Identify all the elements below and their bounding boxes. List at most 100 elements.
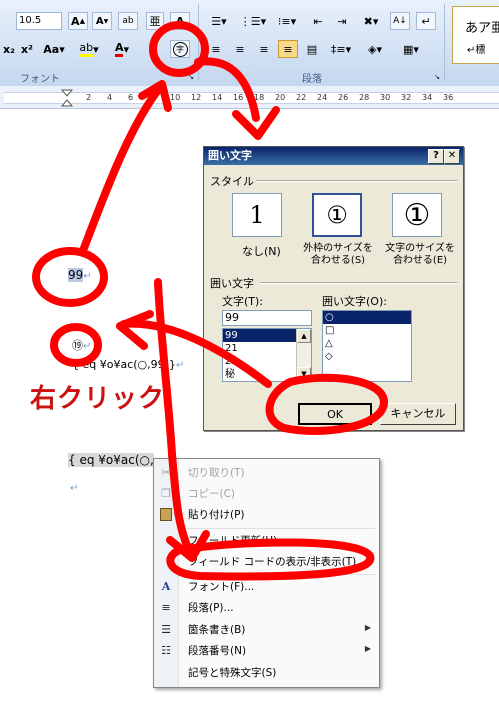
style-option-none[interactable]: 1 [232,193,282,237]
ruler-number: 20 [275,93,286,102]
menu-item-cut[interactable]: ✂ 切り取り(T) [154,462,379,483]
horizontal-ruler[interactable]: 2 4 6 8 10 12 14 16 18 20 22 24 26 28 30 32 34 36 [0,86,499,109]
bullets-icon[interactable]: ☰▾ [204,12,234,30]
numbering-icon[interactable]: ⋮☰▾ [238,12,268,30]
ruler-number: 36 [443,93,454,102]
sort-icon[interactable]: A↓ [390,12,410,30]
menu-item-font[interactable]: A フォント(F)... [154,576,379,597]
menu-item-update-field[interactable]: フィールド更新(U) [154,530,379,551]
annotation-arrowhead [116,310,154,350]
font-color-icon[interactable]: A ▾ [108,40,136,58]
menu-separator [184,528,375,529]
enclose-section-label: 囲い文字 [210,277,254,290]
field-code-line-selected[interactable]: { eq ¥o¥ac(○, [68,453,154,467]
annotation-arrow [80,86,162,252]
enclose-list[interactable]: ○ □ △ ◇ [322,310,412,382]
style-option-shrink-label[interactable]: 外枠のサイズを 合わせる(S) [300,243,376,267]
increase-indent-icon[interactable]: ⇥ [332,12,352,30]
asian-layout-icon[interactable]: ✖▾ [358,12,384,30]
ok-button[interactable]: OK [298,403,372,425]
menu-item-bullets[interactable]: ☰ 箇条書き(B) ▶ [154,619,379,640]
paragraph-group-label: 段落 [302,74,322,85]
bullets-icon: ☰ [161,623,171,636]
close-button[interactable]: ✕ [444,149,460,164]
highlight-icon[interactable]: ab ▾ [74,40,104,58]
annotation-right-click: 右クリック [30,384,166,414]
style-gallery[interactable]: あア亜 ↵標 [452,6,499,64]
grow-font-icon[interactable]: A ▲ [68,12,88,30]
justify-icon[interactable]: ≡ [278,40,298,58]
submenu-arrow-icon: ▶ [364,644,371,653]
ruler-number: 14 [212,93,223,102]
menu-item-paragraph[interactable]: ≡ 段落(P)... [154,597,379,618]
menu-item-symbols[interactable]: 記号と特殊文字(S) [154,662,379,683]
dialog-title: 囲い文字 [204,147,463,165]
decrease-indent-icon[interactable]: ⇤ [308,12,328,30]
menu-item-paste[interactable]: 貼り付け(P) [154,504,379,525]
field-code-text[interactable]: { eq ¥o¥ac(○, [68,453,154,467]
clear-format-icon[interactable]: ab [118,12,138,30]
divider [256,180,457,182]
selected-text[interactable]: 99 [68,268,84,282]
align-center-icon[interactable]: ≡ [230,40,250,58]
paragraph-mark: ↵ [175,360,185,371]
menu-item-numbering[interactable]: ☷ 段落番号(N) ▶ [154,640,379,661]
paragraph-mark: ↵ [83,271,92,282]
menu-separator [184,574,375,575]
field-code-text[interactable]: { eq ¥o¥ac(○,99)} [72,358,176,371]
change-case-icon[interactable]: Aa▾ [40,40,68,58]
update-field-icon [158,533,174,549]
style-gallery-label: ↵標 [467,45,486,56]
cancel-button[interactable]: キャンセル [380,403,456,425]
enclose-characters-icon[interactable]: 字 [170,40,190,58]
indent-marker-icon[interactable] [60,88,74,108]
borders-icon[interactable]: ▦▾ [396,40,426,58]
phonetic-guide-icon[interactable]: 亜 [146,12,164,30]
list-item[interactable]: ◇ [323,350,411,363]
help-button[interactable]: ? [428,149,444,164]
enclosed-glyph[interactable]: ⑲ [72,339,83,352]
align-left-icon[interactable]: ≡ [206,40,226,58]
scissors-icon: ✂ [161,466,171,479]
enclose-characters-dialog: 囲い文字 ? ✕ スタイル 1 ① ① なし(N) 外枠のサイズを 合わせる(S… [203,146,464,431]
style-gallery-sample: あア亜 [465,21,499,36]
style-option-none-label[interactable]: なし(N) [242,243,281,259]
char-input[interactable]: 99 [222,310,312,326]
list-item[interactable]: △ [323,337,411,350]
list-scrollbar[interactable]: ▲ ▼ [296,329,311,381]
enclose-label: 囲い文字(O): [322,295,387,308]
multilevel-list-icon[interactable]: ⁝≡▾ [272,12,302,30]
font-size-combo[interactable]: 10.5 [16,12,62,30]
line-spacing-icon[interactable]: ‡≡▾ [328,40,354,58]
char-border-icon[interactable]: A [170,12,190,30]
ruler-number: 28 [359,93,370,102]
menu-item-copy[interactable]: ❐ コピー(C) [154,483,379,504]
distribute-icon[interactable]: ▤ [302,40,322,58]
style-section-label: スタイル [210,175,254,188]
ruler-number: 24 [317,93,328,102]
paragraph-icon: ≡ [161,601,171,614]
ruler-number: 22 [296,93,307,102]
enclosed-character[interactable]: ⑲↵ [72,337,91,353]
menu-item-toggle-field-codes[interactable]: フィールド コードの表示/非表示(T) [154,551,379,572]
list-item[interactable]: ○ [323,311,411,324]
scroll-down-icon[interactable]: ▼ [297,367,311,381]
char-list[interactable]: 99 21 22 秘 ▲ ▼ [222,328,312,382]
ruler-number: 30 [380,93,391,102]
superscript-icon[interactable]: x² [18,40,36,58]
subscript-icon[interactable]: x₂ [0,40,18,58]
list-item[interactable]: □ [323,324,411,337]
align-right-icon[interactable]: ≡ [254,40,274,58]
field-code-line[interactable]: { eq ¥o¥ac(○,99)}↵ [72,358,184,371]
style-option-enlarge-label[interactable]: 文字のサイズを 合わせる(E) [380,243,460,267]
shading-icon[interactable]: ◈▾ [360,40,390,58]
scroll-up-icon[interactable]: ▲ [297,329,311,343]
char-label: 文字(T): [222,295,264,308]
show-marks-icon[interactable]: ↵ [416,12,436,30]
ruler-number: 34 [422,93,433,102]
doc-line-selected[interactable]: 99↵ [68,268,92,282]
group-separator [444,4,445,80]
style-option-enlarge[interactable]: ① [392,193,442,237]
style-option-shrink[interactable]: ① [312,193,362,237]
shrink-font-icon[interactable]: A ▼ [92,12,112,30]
